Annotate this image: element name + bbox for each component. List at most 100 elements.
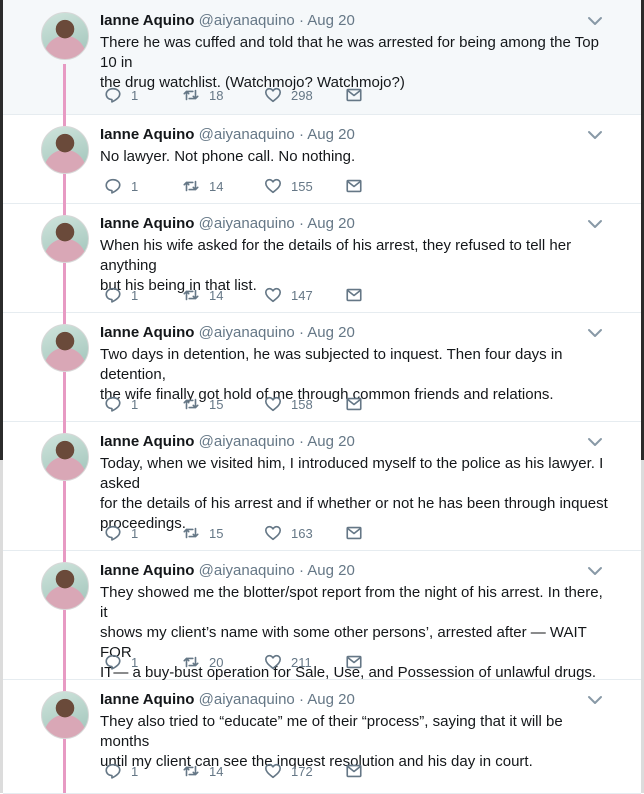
like-button[interactable]: 155 (264, 176, 313, 196)
direct-message-button[interactable] (345, 285, 363, 305)
like-button[interactable]: 158 (264, 394, 313, 414)
like-button[interactable]: 211 (264, 652, 312, 672)
tweet-date[interactable]: Aug 20 (307, 12, 355, 29)
reply-icon (105, 763, 121, 779)
direct-message-button[interactable] (345, 523, 363, 543)
retweet-button[interactable]: 14 (182, 761, 223, 781)
envelope-icon (346, 764, 362, 778)
avatar[interactable] (41, 433, 89, 481)
author-handle[interactable]: @aiyanaquino (199, 433, 295, 450)
chevron-down-icon[interactable] (587, 217, 603, 231)
like-button[interactable]: 298 (264, 85, 313, 105)
tweet-date[interactable]: Aug 20 (307, 562, 355, 579)
envelope-icon (346, 397, 362, 411)
separator-dot: · (298, 433, 304, 450)
tweet-date[interactable]: Aug 20 (307, 433, 355, 450)
separator-dot: · (298, 562, 304, 579)
direct-message-button[interactable] (345, 176, 363, 196)
avatar[interactable] (41, 126, 89, 174)
tweet-date[interactable]: Aug 20 (307, 215, 355, 232)
retweet-button[interactable]: 14 (182, 285, 223, 305)
reply-button[interactable]: 1 (104, 394, 138, 414)
retweet-button[interactable]: 15 (182, 394, 223, 414)
author-name[interactable]: Ianne Aquino (100, 126, 194, 143)
tweet-header: Ianne Aquino @aiyanaquino · Aug 20 (100, 215, 355, 232)
tweet[interactable]: Ianne Aquino @aiyanaquino · Aug 20 They … (3, 550, 641, 681)
chevron-down-icon[interactable] (587, 435, 603, 449)
retweet-button[interactable]: 20 (182, 652, 223, 672)
tweet-date[interactable]: Aug 20 (307, 691, 355, 708)
chevron-down-icon[interactable] (587, 14, 603, 28)
chevron-down-icon[interactable] (587, 693, 603, 707)
tweet[interactable]: Ianne Aquino @aiyanaquino · Aug 20 Two d… (3, 312, 641, 422)
chevron-down-icon[interactable] (587, 564, 603, 578)
tweet[interactable]: Ianne Aquino @aiyanaquino · Aug 20 They … (3, 679, 641, 794)
tweet-date[interactable]: Aug 20 (307, 324, 355, 341)
like-button[interactable]: 163 (264, 523, 313, 543)
like-count: 155 (291, 178, 313, 194)
author-name[interactable]: Ianne Aquino (100, 691, 194, 708)
tweet[interactable]: Ianne Aquino @aiyanaquino · Aug 20 No la… (3, 114, 641, 204)
author-handle[interactable]: @aiyanaquino (199, 324, 295, 341)
direct-message-button[interactable] (345, 85, 363, 105)
separator-dot: · (298, 12, 304, 29)
avatar[interactable] (41, 12, 89, 60)
tweet[interactable]: Ianne Aquino @aiyanaquino · Aug 20 When … (3, 203, 641, 313)
tweet[interactable]: Ianne Aquino @aiyanaquino · Aug 20 There… (3, 0, 641, 115)
reply-button[interactable]: 1 (104, 285, 138, 305)
author-handle[interactable]: @aiyanaquino (199, 562, 295, 579)
avatar[interactable] (41, 324, 89, 372)
separator-dot: · (298, 691, 304, 708)
author-handle[interactable]: @aiyanaquino (199, 215, 295, 232)
retweet-button[interactable]: 15 (182, 523, 223, 543)
like-button[interactable]: 147 (264, 285, 313, 305)
reply-button[interactable]: 1 (104, 176, 138, 196)
reply-button[interactable]: 1 (104, 85, 138, 105)
tweet-text: No lawyer. Not phone call. No nothing. (100, 148, 356, 165)
retweet-icon (183, 180, 199, 192)
tweet[interactable]: Ianne Aquino @aiyanaquino · Aug 20 Today… (3, 421, 641, 551)
avatar[interactable] (41, 215, 89, 263)
chevron-down-icon[interactable] (587, 326, 603, 340)
author-name[interactable]: Ianne Aquino (100, 215, 194, 232)
reply-icon (105, 525, 121, 541)
heart-icon (264, 178, 282, 194)
heart-icon (264, 287, 282, 303)
retweet-count: 14 (209, 178, 224, 194)
author-name[interactable]: Ianne Aquino (100, 324, 194, 341)
avatar[interactable] (41, 691, 89, 739)
retweet-button[interactable]: 18 (182, 85, 223, 105)
retweet-count: 20 (209, 654, 224, 670)
direct-message-button[interactable] (345, 394, 363, 414)
author-name[interactable]: Ianne Aquino (100, 562, 194, 579)
author-handle[interactable]: @aiyanaquino (199, 126, 295, 143)
author-handle[interactable]: @aiyanaquino (199, 691, 295, 708)
author-handle[interactable]: @aiyanaquino (199, 12, 295, 29)
reply-icon (105, 287, 121, 303)
envelope-icon (346, 179, 362, 193)
like-count: 211 (291, 654, 312, 670)
like-button[interactable]: 172 (264, 761, 313, 781)
avatar[interactable] (41, 562, 89, 610)
author-name[interactable]: Ianne Aquino (100, 433, 194, 450)
reply-count: 1 (131, 287, 139, 303)
reply-button[interactable]: 1 (104, 761, 138, 781)
chevron-down-icon[interactable] (587, 128, 603, 142)
reply-count: 1 (131, 87, 139, 103)
like-count: 172 (291, 763, 313, 779)
tweet-date[interactable]: Aug 20 (307, 126, 355, 143)
like-count: 158 (291, 396, 313, 412)
reply-icon (105, 87, 121, 103)
reply-button[interactable]: 1 (104, 523, 138, 543)
envelope-icon (346, 655, 362, 669)
author-name[interactable]: Ianne Aquino (100, 12, 194, 29)
tweet-header: Ianne Aquino @aiyanaquino · Aug 20 (100, 691, 355, 708)
retweet-button[interactable]: 14 (182, 176, 223, 196)
retweet-icon (183, 89, 199, 101)
direct-message-button[interactable] (345, 652, 363, 672)
heart-icon (264, 87, 282, 103)
direct-message-button[interactable] (345, 761, 363, 781)
reply-button[interactable]: 1 (104, 652, 138, 672)
separator-dot: · (298, 324, 304, 341)
reply-count: 1 (131, 654, 139, 670)
